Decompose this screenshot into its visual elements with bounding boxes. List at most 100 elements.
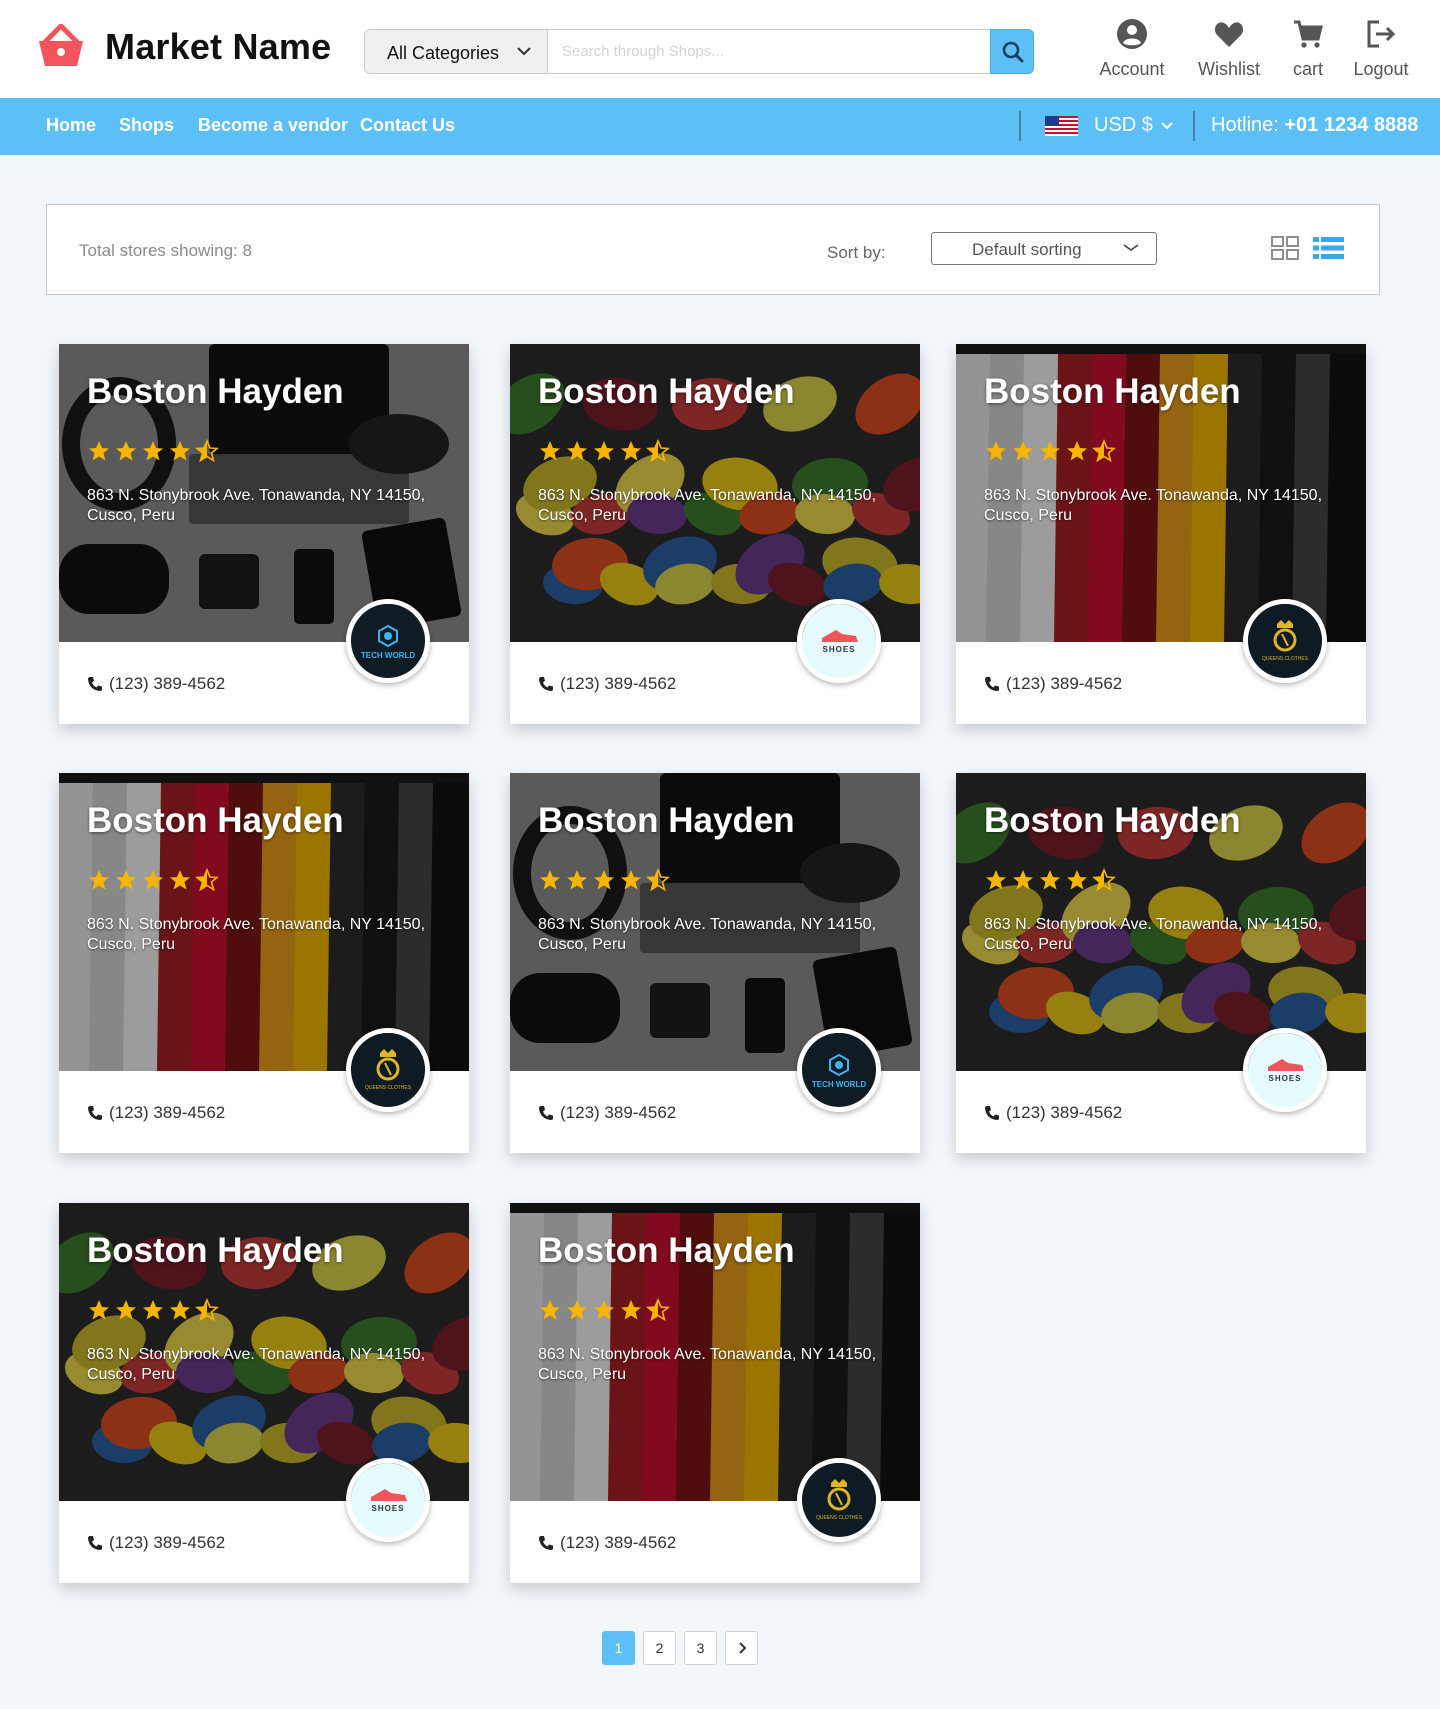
store-phone[interactable]: (123) 389-4562	[984, 674, 1122, 694]
store-phone-number: (123) 389-4562	[560, 674, 677, 693]
nav-shops[interactable]: Shops	[119, 115, 174, 136]
grid-view-icon[interactable]	[1271, 236, 1299, 260]
store-card[interactable]: Boston Hayden 863 N. Stonybrook Ave. Tona…	[59, 344, 469, 724]
store-phone-number: (123) 389-4562	[560, 1533, 677, 1552]
star-full-icon	[116, 1300, 136, 1320]
store-phone[interactable]: (123) 389-4562	[87, 1533, 225, 1553]
store-phone-number: (123) 389-4562	[1006, 674, 1123, 693]
star-full-icon	[567, 870, 587, 890]
star-half-icon	[646, 1298, 670, 1322]
store-address: 863 N. Stonybrook Ave. Tonawanda, NY 141…	[87, 916, 426, 953]
star-half-icon	[195, 1298, 219, 1322]
store-name[interactable]: Boston Hayden	[538, 372, 795, 412]
store-logo[interactable]: SHOES	[346, 1458, 430, 1542]
star-full-icon	[1040, 870, 1060, 890]
store-card[interactable]: Boston Hayden 863 N. Stonybrook Ave. Tona…	[510, 773, 920, 1153]
wishlist-button[interactable]: Wishlist	[1184, 18, 1274, 80]
store-card[interactable]: Boston Hayden 863 N. Stonybrook Ave. Tona…	[956, 344, 1366, 724]
store-phone[interactable]: (123) 389-4562	[538, 674, 676, 694]
phone-icon	[539, 677, 553, 691]
store-card[interactable]: Boston Hayden 863 N. Stonybrook Ave. Tona…	[59, 773, 469, 1153]
star-full-icon	[89, 441, 109, 461]
logout-label: Logout	[1353, 59, 1409, 79]
store-address: 863 N. Stonybrook Ave. Tonawanda, NY 141…	[87, 487, 426, 524]
svg-text:TECH WORLD: TECH WORLD	[361, 651, 415, 660]
store-rating	[984, 439, 1119, 463]
store-address: 863 N. Stonybrook Ave. Tonawanda, NY 141…	[538, 487, 877, 524]
svg-text:SHOES: SHOES	[371, 1504, 404, 1513]
category-select[interactable]: All Categories	[365, 30, 548, 73]
star-full-icon	[540, 441, 560, 461]
sort-label: Sort by:	[827, 243, 886, 262]
store-logo[interactable]: QUEENS CLOTHES	[346, 1028, 430, 1112]
chevron-right-icon	[738, 1642, 746, 1654]
search-bar: All Categories	[364, 29, 1034, 74]
star-full-icon	[594, 1300, 614, 1320]
store-logo[interactable]: TECH WORLD	[797, 1028, 881, 1112]
store-logo[interactable]: TECH WORLD	[346, 599, 430, 683]
store-card[interactable]: Boston Hayden 863 N. Stonybrook Ave. Tona…	[59, 1203, 469, 1583]
star-full-icon	[621, 870, 641, 890]
hotline-number[interactable]: +01 1234 8888	[1284, 114, 1418, 136]
store-phone[interactable]: (123) 389-4562	[87, 1103, 225, 1123]
store-name[interactable]: Boston Hayden	[538, 1231, 795, 1271]
chevron-down-icon	[1123, 244, 1139, 251]
star-full-icon	[621, 441, 641, 461]
us-flag-icon[interactable]	[1045, 116, 1078, 136]
total-stores: Total stores showing: 8	[79, 241, 252, 260]
nav-home[interactable]: Home	[46, 115, 96, 136]
store-rating	[87, 868, 222, 892]
store-logo[interactable]: QUEENS CLOTHES	[797, 1458, 881, 1542]
store-name[interactable]: Boston Hayden	[984, 801, 1241, 841]
store-card[interactable]: Boston Hayden 863 N. Stonybrook Ave. Tona…	[510, 1203, 920, 1583]
store-logo[interactable]: QUEENS CLOTHES	[1243, 599, 1327, 683]
nav-become-vendor[interactable]: Become a vendor	[198, 115, 348, 136]
star-half-icon	[646, 439, 670, 463]
next-page-button[interactable]	[725, 1631, 758, 1665]
search-input[interactable]	[560, 30, 960, 73]
basket-logo-icon[interactable]	[37, 24, 85, 68]
star-full-icon	[1067, 441, 1087, 461]
store-phone[interactable]: (123) 389-4562	[538, 1533, 676, 1553]
account-button[interactable]: Account	[1087, 18, 1177, 80]
page-3[interactable]: 3	[684, 1631, 717, 1665]
store-name[interactable]: Boston Hayden	[87, 1231, 344, 1271]
nav-contact-us[interactable]: Contact Us	[360, 115, 455, 136]
star-half-icon	[195, 439, 219, 463]
store-phone[interactable]: (123) 389-4562	[538, 1103, 676, 1123]
store-name[interactable]: Boston Hayden	[87, 372, 344, 412]
search-button[interactable]	[990, 29, 1034, 74]
page-2[interactable]: 2	[643, 1631, 676, 1665]
store-logo[interactable]: SHOES	[797, 599, 881, 683]
store-card[interactable]: Boston Hayden 863 N. Stonybrook Ave. Tona…	[510, 344, 920, 724]
star-full-icon	[170, 441, 190, 461]
store-name[interactable]: Boston Hayden	[538, 801, 795, 841]
page-1[interactable]: 1	[602, 1631, 635, 1665]
currency-select[interactable]: USD $	[1094, 114, 1153, 137]
store-rating	[984, 868, 1119, 892]
phone-icon	[88, 1536, 102, 1550]
store-phone[interactable]: (123) 389-4562	[984, 1103, 1122, 1123]
store-address: 863 N. Stonybrook Ave. Tonawanda, NY 141…	[538, 916, 877, 953]
store-name[interactable]: Boston Hayden	[984, 372, 1241, 412]
star-full-icon	[170, 870, 190, 890]
cart-icon	[1294, 20, 1323, 48]
store-name[interactable]: Boston Hayden	[87, 801, 344, 841]
star-full-icon	[1067, 870, 1087, 890]
store-card[interactable]: Boston Hayden 863 N. Stonybrook Ave. Tona…	[956, 773, 1366, 1153]
sort-select-value: Default sorting	[972, 240, 1082, 259]
chevron-down-icon[interactable]	[1159, 118, 1175, 134]
site-header: Market Name All Categories Account Wishl…	[0, 0, 1440, 98]
store-phone[interactable]: (123) 389-4562	[87, 674, 225, 694]
svg-text:TECH WORLD: TECH WORLD	[812, 1080, 866, 1089]
sort-select[interactable]: Default sorting	[931, 232, 1157, 265]
nav-divider	[1019, 111, 1021, 141]
logout-icon	[1367, 20, 1396, 48]
logout-button[interactable]: Logout	[1336, 18, 1426, 80]
store-logo[interactable]: SHOES	[1243, 1028, 1327, 1112]
list-view-icon[interactable]	[1313, 236, 1344, 260]
brand-name[interactable]: Market Name	[105, 26, 331, 68]
store-address: 863 N. Stonybrook Ave. Tonawanda, NY 141…	[87, 1346, 426, 1383]
star-half-icon	[1092, 439, 1116, 463]
star-full-icon	[89, 1300, 109, 1320]
